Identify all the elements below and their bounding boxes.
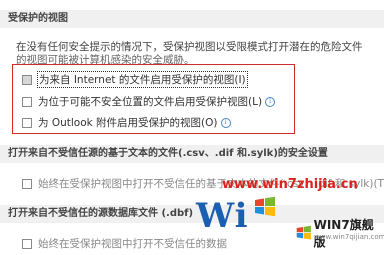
watermark-badge: WIN7旗舰版 www.win7qijian.com — [296, 216, 384, 250]
section-header-protected-view: 受保护的视图 — [0, 10, 384, 28]
checkbox-label[interactable]: 为位于可能不安全位置的文件启用受保护视图(L) — [38, 94, 262, 109]
checkbox-option-internet-files[interactable]: 为来自 Internet 的文件启用受保护的视图(I) — [22, 71, 248, 88]
checkbox-option-unsafe-location[interactable]: 为位于可能不安全位置的文件启用受保护视图(L) i — [22, 94, 276, 109]
section-header-text-files: 打开来自不受信任源的基于文本的文件(.csv、.dif 和.sylk)的安全设置 — [0, 145, 384, 163]
checkbox-label[interactable]: 为 Outlook 附件启用受保护的视图(O) — [38, 115, 218, 130]
checkbox[interactable] — [22, 74, 32, 85]
checkbox-option-outlook-attachments[interactable]: 为 Outlook 附件启用受保护的视图(O) i — [22, 115, 231, 130]
checkbox-label[interactable]: 为来自 Internet 的文件启用受保护的视图(I) — [37, 71, 248, 88]
info-icon[interactable]: i — [265, 96, 276, 107]
checkbox[interactable] — [22, 178, 32, 189]
windows-logo-icon — [296, 225, 311, 240]
windows-logo-icon — [255, 196, 275, 217]
info-icon[interactable]: i — [220, 117, 231, 128]
watermark-logo-text: Wi — [196, 196, 249, 236]
checkbox-option-database-files[interactable]: 始终在受保护视图中打开不受信任的数据 — [22, 236, 227, 251]
checkbox[interactable] — [22, 117, 32, 128]
checkbox-label[interactable]: 始终在受保护视图中打开不受信任的数据 — [38, 236, 227, 251]
checkbox[interactable] — [22, 238, 32, 249]
watermark-url: www.win7zhijia.cn — [222, 177, 358, 192]
checkbox[interactable] — [22, 96, 32, 107]
watermark-site: www.win7qijian.com — [314, 233, 384, 241]
